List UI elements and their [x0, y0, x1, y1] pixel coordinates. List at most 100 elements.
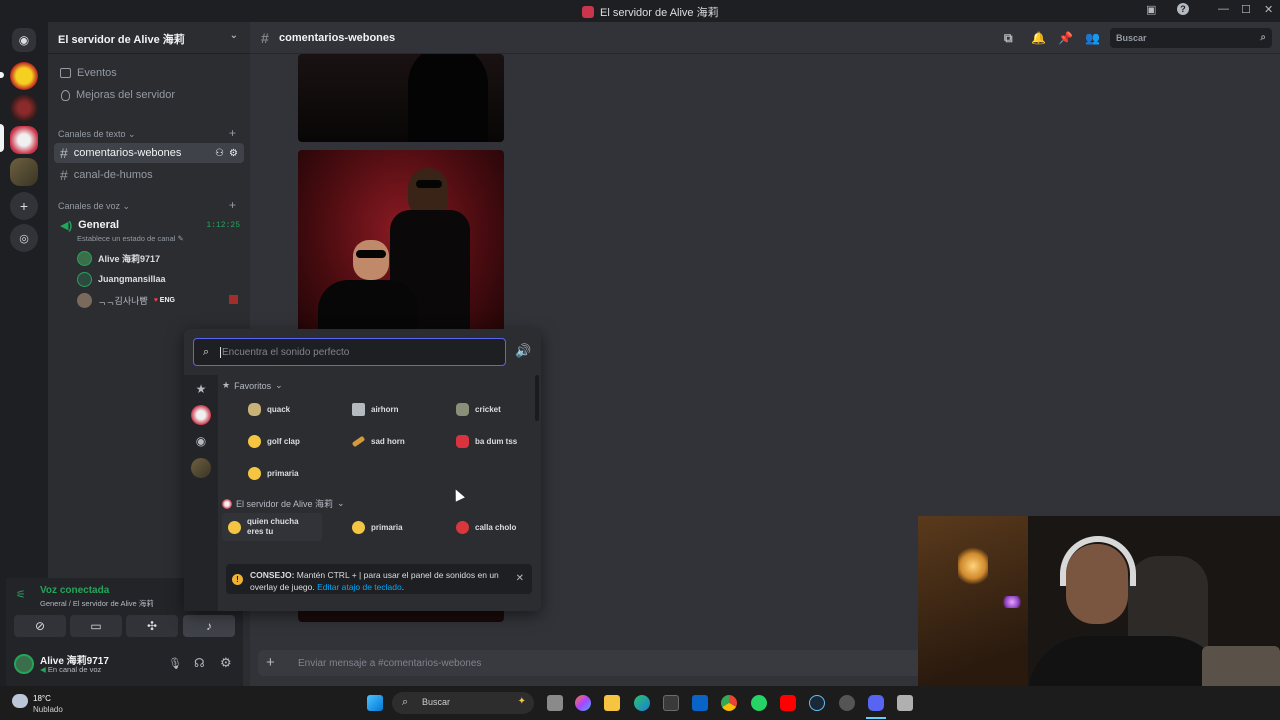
members-icon[interactable]: 👥: [1085, 31, 1100, 45]
youtube-icon[interactable]: [780, 695, 796, 711]
whatsapp-icon[interactable]: [751, 695, 767, 711]
star-icon[interactable]: ★: [191, 379, 211, 399]
threads-icon[interactable]: ⧉: [1004, 31, 1013, 46]
microphone-icon[interactable]: 🎙: [168, 657, 182, 670]
add-server-icon[interactable]: +: [10, 192, 38, 220]
headphones-icon[interactable]: ☊: [194, 656, 205, 670]
server-icon-4[interactable]: [10, 158, 38, 186]
avatar[interactable]: [14, 654, 34, 674]
invite-icon[interactable]: ⚇: [215, 148, 224, 159]
channel-status-prompt[interactable]: Establece un estado de canal ✎: [77, 234, 184, 243]
search-input[interactable]: Buscar ⌕: [1110, 28, 1272, 48]
server-icon-2[interactable]: [10, 94, 38, 122]
add-attachment-icon[interactable]: +: [266, 654, 275, 671]
close-window-button[interactable]: ✕: [1264, 3, 1273, 16]
copilot-icon[interactable]: [575, 695, 591, 711]
user-settings-icon[interactable]: ⚙: [220, 655, 232, 671]
pencil-icon: ✎: [177, 234, 184, 243]
sound-button[interactable]: quien chucha eres tu: [222, 513, 322, 541]
app-icon[interactable]: [839, 695, 855, 711]
weather-icon[interactable]: [12, 694, 28, 708]
edit-keybind-link[interactable]: Editar atajo de teclado: [317, 582, 402, 592]
windows-start-icon[interactable]: [367, 695, 383, 711]
minimize-button[interactable]: —: [1218, 3, 1229, 15]
volume-icon[interactable]: 🔊: [515, 343, 531, 359]
help-icon[interactable]: ?: [1177, 3, 1189, 15]
chrome-icon[interactable]: [721, 695, 737, 711]
voice-location[interactable]: General / El servidor de Alive 海莉: [40, 598, 154, 609]
server-header[interactable]: El servidor de Alive 海莉 ⌄: [48, 22, 250, 54]
file-explorer-icon[interactable]: [604, 695, 620, 711]
sound-button[interactable]: golf clap: [228, 428, 328, 454]
maximize-button[interactable]: ☐: [1241, 3, 1251, 16]
sidebar-item-events[interactable]: Eventos: [54, 63, 244, 83]
calculator-icon[interactable]: [897, 695, 913, 711]
soundboard-button[interactable]: ♪: [183, 615, 235, 637]
channel-canal-de-humos[interactable]: # canal-de-humos: [54, 165, 244, 185]
server-icon-4[interactable]: [191, 458, 211, 478]
sound-search-input[interactable]: ⌕ Encuentra el sonido perfecto: [193, 338, 506, 366]
sound-button[interactable]: ba dum tss: [436, 428, 536, 454]
edge-icon[interactable]: [634, 695, 650, 711]
activities-button[interactable]: ✣: [126, 615, 178, 637]
steam-icon[interactable]: [809, 695, 825, 711]
discord-icon[interactable]: ◉: [191, 431, 211, 451]
purple-light: [1002, 596, 1022, 608]
sound-button[interactable]: primaria: [228, 460, 328, 486]
discord-taskbar-icon[interactable]: [868, 695, 884, 711]
discord-home-icon[interactable]: ◉: [12, 28, 36, 52]
voice-status[interactable]: Voz conectada: [40, 585, 109, 596]
soundboard-icon: ♪: [206, 619, 212, 633]
voice-user[interactable]: Alive 海莉9717: [77, 249, 160, 267]
sound-button[interactable]: primaria: [332, 514, 432, 540]
outlook-icon[interactable]: [692, 695, 708, 711]
text-category[interactable]: Canales de texto ⌄: [58, 129, 136, 140]
sidebar-item-boosts[interactable]: Mejoras del servidor: [54, 85, 244, 105]
smile-face-icon: [228, 520, 241, 534]
image-attachment[interactable]: [298, 54, 504, 142]
add-text-channel-icon[interactable]: +: [229, 126, 236, 140]
voice-channel-general[interactable]: ◀) General 1:12:25: [54, 215, 244, 235]
inbox-icon[interactable]: ▣: [1146, 3, 1156, 16]
server-icon-alive[interactable]: [191, 405, 211, 425]
signal-icon[interactable]: ⚟: [16, 588, 26, 601]
channel-comentarios-webones[interactable]: # comentarios-webones ⚇ ⚙: [54, 143, 244, 163]
favorites-section-header[interactable]: ★ Favoritos ⌄: [222, 380, 283, 391]
explore-icon[interactable]: ◎: [10, 224, 38, 252]
camera-off-button[interactable]: ⊘: [14, 615, 66, 637]
voice-user[interactable]: Juangmansillaa: [77, 270, 166, 288]
store-icon[interactable]: [663, 695, 679, 711]
drum-icon: [456, 434, 469, 448]
angry-face-icon: [456, 520, 469, 534]
voice-user[interactable]: ᆨᆨ김사나뺨 ♥ ENG: [77, 291, 175, 309]
gear-icon[interactable]: ⚙: [229, 148, 238, 159]
scrollbar[interactable]: [535, 375, 539, 421]
hash-icon: #: [261, 30, 269, 46]
sound-button[interactable]: sad horn: [332, 428, 432, 454]
disappointed-face-icon: [248, 466, 261, 480]
server-sounds-section-header[interactable]: El servidor de Alive 海莉 ⌄: [222, 497, 345, 510]
server-icon-alive[interactable]: [10, 126, 38, 154]
bell-icon[interactable]: 🔔: [1031, 31, 1046, 45]
voice-category[interactable]: Canales de voz ⌄: [58, 201, 130, 212]
screen-share-button[interactable]: ▭: [70, 615, 122, 637]
image-attachment[interactable]: [298, 150, 504, 350]
speaker-icon: ◀: [40, 665, 46, 674]
taskbar-search[interactable]: ⌕ Buscar ✦: [392, 692, 534, 714]
hash-icon: #: [60, 167, 68, 183]
server-icon-1[interactable]: [10, 62, 38, 90]
chevron-down-icon: ⌄: [229, 30, 238, 41]
close-icon[interactable]: ✕: [516, 573, 524, 585]
pin-icon[interactable]: 📌: [1058, 31, 1073, 45]
weather-temp[interactable]: 18°C: [33, 694, 51, 703]
task-view-icon[interactable]: [547, 695, 563, 711]
add-voice-channel-icon[interactable]: +: [229, 198, 236, 212]
duck-icon: [248, 402, 261, 416]
sound-button[interactable]: quack: [228, 396, 328, 422]
weather-desc[interactable]: Nublado: [33, 705, 63, 714]
sound-button[interactable]: calla cholo: [436, 514, 536, 540]
sound-button[interactable]: cricket: [436, 396, 536, 422]
sound-button[interactable]: airhorn: [332, 396, 432, 422]
activities-icon: ✣: [146, 619, 158, 633]
message-input[interactable]: Enviar mensaje a #comentarios-webones: [298, 658, 481, 669]
